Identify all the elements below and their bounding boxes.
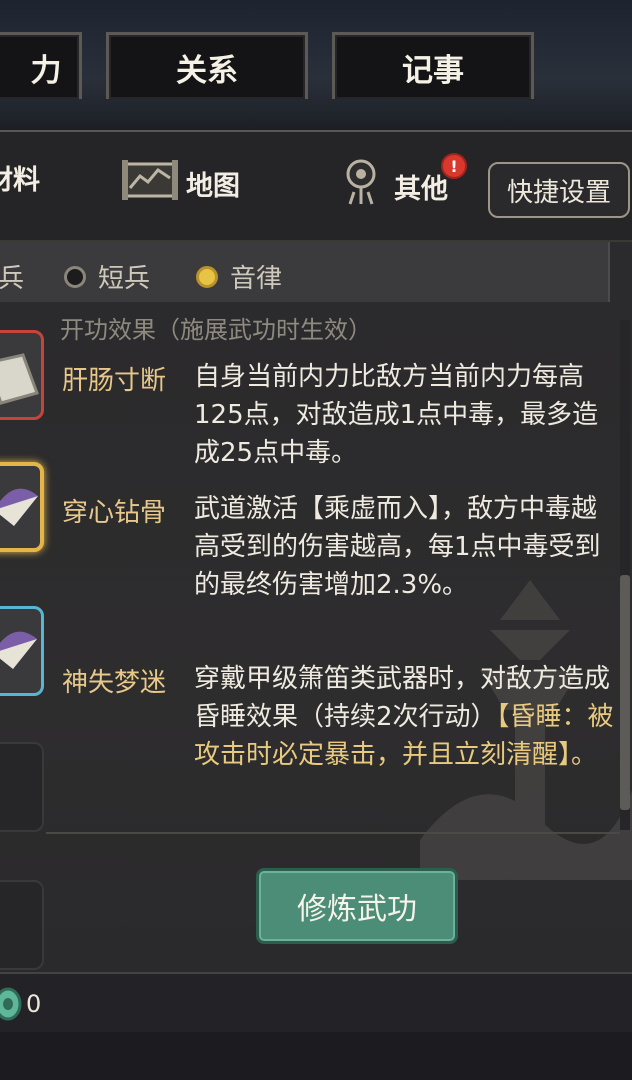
quick-settings-button[interactable]: 快捷设置 [488, 162, 630, 218]
tab-label: 记事 [402, 52, 464, 89]
filter-partial[interactable]: 兵 [0, 258, 24, 295]
bottom-strip [0, 1032, 632, 1080]
resource-count: 0 [26, 990, 42, 1018]
nav-other-label: 其他 [394, 174, 448, 205]
fan-icon [0, 488, 38, 526]
filter-label: 兵 [0, 264, 25, 294]
top-background [0, 0, 632, 130]
tab-relations[interactable]: 关系 [106, 32, 308, 99]
nav-other[interactable]: 其他 [336, 158, 448, 215]
section-title: 开功效果（施展武功时生效） [60, 316, 372, 344]
effect-description: 武道激活【乘虚而入】，敌方中毒越高受到的伤害越高，每1点中毒受到的最终伤害增加2… [194, 494, 601, 600]
jade-coin-icon [0, 987, 22, 1021]
resource-counter: 0 [0, 986, 41, 1022]
skill-slot-empty[interactable] [0, 742, 44, 832]
filter-music[interactable]: 音律 [196, 258, 282, 295]
notification-badge: ! [441, 153, 467, 179]
effect-name: 肝肠寸断 [62, 366, 167, 396]
scrollbar-thumb[interactable] [620, 575, 630, 810]
skill-slot-3[interactable] [0, 606, 44, 696]
tab-partial[interactable]: 力 [0, 32, 82, 99]
nav-map-label: 地图 [186, 171, 240, 202]
content-divider [46, 832, 620, 834]
bottom-resource-bar [0, 972, 632, 1034]
effect-description: 穿戴甲级箫笛类武器时，对敌方造成昏睡效果（持续2次行动）【昏睡：被攻击时必定暴击… [194, 660, 618, 774]
nav-materials-label: 材料 [0, 165, 40, 196]
skill-slot-1[interactable] [0, 330, 44, 420]
skill-slot-2-selected[interactable] [0, 462, 44, 552]
map-icon [122, 158, 178, 209]
effect-description: 自身当前内力比敌方当前内力每高125点，对敌造成1点中毒，最多造成25点中毒。 [194, 362, 599, 468]
nav-materials[interactable]: 材料 [0, 158, 40, 197]
train-skill-button[interactable]: 修炼武功 [256, 868, 458, 944]
effect-name: 穿心钻骨 [62, 498, 167, 528]
effect-name: 神失梦迷 [62, 668, 167, 698]
tab-label: 力 [30, 52, 62, 89]
filter-short-weapon[interactable]: 短兵 [64, 258, 150, 295]
scroll-book-icon [0, 353, 39, 405]
nav-map[interactable]: 地图 [122, 158, 240, 209]
filter-label: 音律 [230, 264, 283, 294]
filter-label: 短兵 [98, 264, 151, 294]
radio-unselected-icon [64, 265, 86, 288]
tab-label: 关系 [176, 52, 238, 89]
fan-icon [0, 631, 37, 669]
pendant-icon [336, 158, 386, 215]
tab-notes[interactable]: 记事 [332, 32, 534, 99]
radio-selected-icon [196, 265, 218, 288]
skill-slot-empty[interactable] [0, 880, 44, 970]
